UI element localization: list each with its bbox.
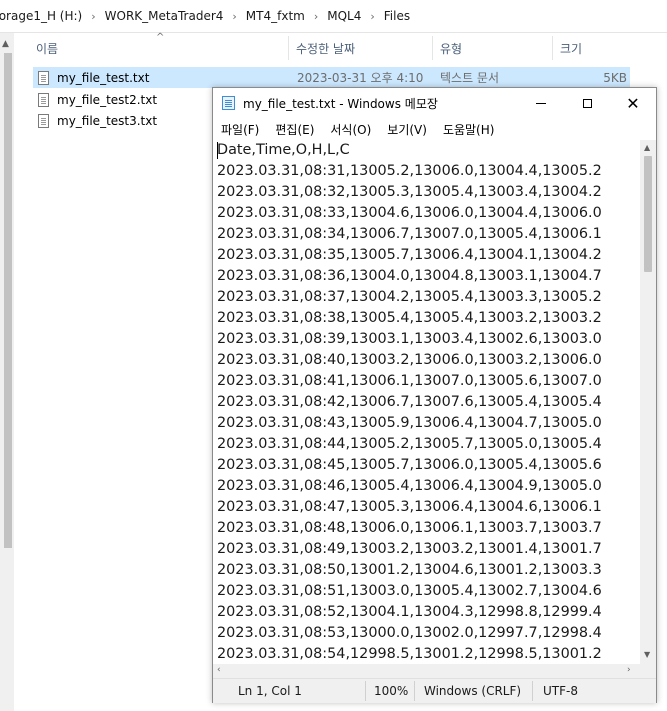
status-encoding: UTF-8 (543, 684, 578, 698)
text-line: 2023.03.31,08:51,13003.0,13005.4,13002.7… (217, 583, 602, 599)
text-line: 2023.03.31,08:42,13006.7,13007.6,13005.4… (217, 394, 602, 410)
breadcrumb-item-mt4-fxtm[interactable]: MT4_fxtm (246, 9, 305, 23)
text-line: 2023.03.31,08:54,12998.5,13001.2,12998.5… (217, 646, 602, 662)
text-line: 2023.03.31,08:46,13005.4,13006.4,13004.9… (217, 478, 602, 494)
menu-edit[interactable]: 편집(E) (267, 121, 322, 138)
column-header-date[interactable]: 수정한 날짜 (296, 40, 355, 56)
file-date: 2023-03-31 오후 4:10 (297, 71, 424, 85)
notepad-title-bar[interactable]: my_file_test.txt - Windows 메모장 ✕ (213, 88, 656, 118)
text-line: 2023.03.31,08:32,13005.3,13005.4,13003.4… (217, 184, 602, 200)
scrollbar-thumb[interactable] (4, 53, 12, 548)
notepad-text-area[interactable]: Date,Time,O,H,L,C 2023.03.31,08:31,13005… (213, 140, 640, 664)
column-divider[interactable] (432, 36, 433, 60)
maximize-button[interactable] (564, 88, 610, 118)
status-divider (365, 681, 366, 701)
menu-file[interactable]: 파일(F) (213, 121, 267, 138)
text-line: 2023.03.31,08:37,13004.2,13005.4,13003.3… (217, 289, 602, 305)
column-header-size[interactable]: 크기 (560, 40, 582, 56)
menu-view[interactable]: 보기(V) (379, 121, 435, 138)
menu-format[interactable]: 서식(O) (322, 121, 379, 138)
column-header-row: 이름 ^ 수정한 날짜 유형 크기 (20, 32, 667, 62)
status-divider (414, 681, 415, 701)
text-line: 2023.03.31,08:49,13003.2,13003.2,13001.4… (217, 541, 602, 557)
breadcrumb-item-mql4[interactable]: MQL4 (327, 9, 361, 23)
text-line: 2023.03.31,08:35,13005.7,13006.4,13004.1… (217, 247, 602, 263)
notepad-window: my_file_test.txt - Windows 메모장 ✕ 파일(F) 편… (212, 87, 657, 703)
text-line: 2023.03.31,08:45,13005.7,13006.0,13005.4… (217, 457, 602, 473)
notepad-menu-bar: 파일(F) 편집(E) 서식(O) 보기(V) 도움말(H) (213, 118, 656, 140)
minimize-icon (536, 102, 546, 104)
chevron-right-icon[interactable]: › (361, 10, 383, 23)
text-line: 2023.03.31,08:48,13006.0,13006.1,13003.7… (217, 520, 602, 536)
scroll-up-arrow-icon[interactable]: ▲ (644, 143, 650, 152)
text-line: 2023.03.31,08:39,13003.1,13003.4,13002.6… (217, 331, 602, 347)
menu-help[interactable]: 도움말(H) (435, 121, 503, 138)
column-header-type[interactable]: 유형 (440, 40, 462, 56)
breadcrumb-item-files[interactable]: Files (384, 9, 410, 23)
status-cursor-position: Ln 1, Col 1 (238, 684, 302, 698)
text-line: 2023.03.31,08:53,13000.0,13002.0,12997.7… (217, 625, 602, 641)
text-line: 2023.03.31,08:31,13005.2,13006.0,13004.4… (217, 163, 602, 179)
column-divider[interactable] (288, 36, 289, 60)
file-type: 텍스트 문서 (440, 71, 500, 85)
file-name: my_file_test2.txt (57, 92, 158, 107)
close-icon: ✕ (626, 93, 640, 113)
scroll-up-arrow-icon[interactable]: ▲ (2, 39, 9, 49)
scrollbar-thumb[interactable] (644, 156, 652, 272)
text-line: 2023.03.31,08:40,13003.2,13006.0,13003.2… (217, 352, 602, 368)
scroll-left-arrow-icon[interactable]: ‹ (217, 665, 221, 675)
text-file-icon (38, 113, 49, 128)
nav-pane-scrollbar[interactable]: ▲ (0, 33, 14, 711)
text-line: 2023.03.31,08:41,13006.1,13007.0,13005.6… (217, 373, 602, 389)
text-line: 2023.03.31,08:36,13004.0,13004.8,13003.1… (217, 268, 602, 284)
notepad-app-icon[interactable] (222, 96, 235, 110)
scroll-right-arrow-icon[interactable]: › (627, 665, 631, 675)
notepad-horizontal-scrollbar[interactable]: ‹ › (213, 664, 656, 678)
chevron-right-icon[interactable]: › (82, 10, 104, 23)
minimize-button[interactable] (518, 88, 564, 118)
text-line: 2023.03.31,08:50,13001.2,13004.6,13001.2… (217, 562, 602, 578)
notepad-vertical-scrollbar[interactable]: ▲ ▼ (640, 140, 656, 664)
breadcrumb-item-drive[interactable]: torage1_H (H:) (0, 9, 82, 23)
file-row[interactable]: my_file_test.txt 2023-03-31 오후 4:10 텍스트 … (33, 67, 630, 88)
file-name: my_file_test3.txt (57, 113, 158, 128)
file-name: my_file_test.txt (57, 70, 150, 85)
text-line: 2023.03.31,08:52,13004.1,13004.3,12998.8… (217, 604, 602, 620)
text-line: Date,Time,O,H,L,C (217, 142, 350, 158)
status-zoom: 100% (374, 684, 409, 698)
chevron-right-icon[interactable]: › (305, 10, 327, 23)
column-divider[interactable] (552, 36, 553, 60)
text-line: 2023.03.31,08:38,13005.4,13005.4,13003.2… (217, 310, 602, 326)
maximize-icon (582, 98, 592, 108)
notepad-status-bar: Ln 1, Col 1 100% Windows (CRLF) UTF-8 (213, 678, 656, 703)
chevron-right-icon[interactable]: › (223, 10, 245, 23)
status-divider (532, 681, 533, 701)
text-line: 2023.03.31,08:34,13006.7,13007.0,13005.4… (217, 226, 602, 242)
text-file-icon (38, 70, 49, 85)
text-line: 2023.03.31,08:43,13005.9,13006.4,13004.7… (217, 415, 602, 431)
status-line-ending: Windows (CRLF) (424, 684, 522, 698)
column-header-name[interactable]: 이름 (36, 40, 58, 56)
text-file-icon (38, 92, 49, 107)
scroll-down-arrow-icon[interactable]: ▼ (644, 650, 650, 659)
close-button[interactable]: ✕ (610, 88, 656, 118)
notepad-window-title: my_file_test.txt - Windows 메모장 (243, 97, 438, 111)
file-size: 5KB (603, 70, 627, 85)
text-line: 2023.03.31,08:33,13004.6,13006.0,13004.4… (217, 205, 602, 221)
text-line: 2023.03.31,08:47,13005.3,13006.4,13004.6… (217, 499, 602, 515)
text-line: 2023.03.31,08:44,13005.2,13005.7,13005.0… (217, 436, 602, 452)
text-caret (217, 142, 218, 159)
sort-ascending-icon: ^ (156, 32, 165, 43)
breadcrumb-item-work-metatrader4[interactable]: WORK_MetaTrader4 (105, 9, 224, 23)
breadcrumb: torage1_H (H:) › WORK_MetaTrader4 › MT4_… (0, 0, 667, 33)
